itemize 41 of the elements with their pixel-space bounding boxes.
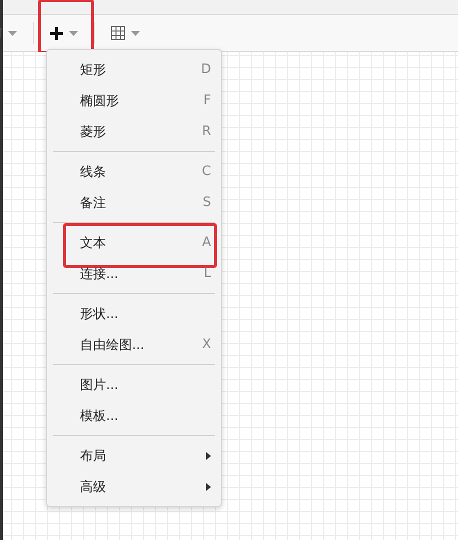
submenu-arrow-icon bbox=[206, 452, 211, 460]
menu-item[interactable]: 备注 S bbox=[47, 187, 221, 218]
menu-item[interactable]: 自由绘图... X bbox=[47, 329, 221, 360]
menu-label: 备注 bbox=[80, 194, 106, 212]
shortcut-key: D bbox=[200, 62, 211, 77]
menu-label: 形状... bbox=[80, 306, 118, 322]
menu-label: 布局 bbox=[80, 448, 106, 464]
menu-label: 自由绘图... bbox=[80, 336, 144, 354]
caret-icon bbox=[8, 30, 17, 36]
menu-item[interactable]: 模板... bbox=[47, 400, 221, 431]
shortcut-key: X bbox=[202, 337, 211, 352]
menu-item[interactable]: 矩形 D bbox=[47, 54, 221, 85]
caret-icon bbox=[69, 30, 78, 36]
menu-item[interactable]: 形状... bbox=[47, 298, 221, 329]
menu-item[interactable]: 菱形 R bbox=[47, 116, 221, 147]
shortcut-key: C bbox=[202, 164, 211, 179]
menu-label: 椭圆形 bbox=[80, 92, 119, 110]
menu-label: 线条 bbox=[80, 164, 106, 180]
menu-item[interactable]: 椭圆形 F bbox=[47, 85, 221, 116]
menu-item[interactable]: 布局 bbox=[47, 440, 221, 471]
menu-label: 图片... bbox=[80, 376, 118, 394]
menu-label: 连接... bbox=[80, 266, 118, 282]
menu-label: 高级 bbox=[80, 478, 106, 496]
menu-item[interactable]: 线条 C bbox=[47, 156, 221, 187]
caret-icon bbox=[131, 30, 140, 36]
submenu-arrow-icon bbox=[206, 482, 211, 490]
menu-item[interactable]: 高级 bbox=[47, 471, 221, 502]
menu-item[interactable]: 图片... bbox=[47, 369, 221, 400]
menu-label: 菱形 bbox=[80, 124, 106, 140]
table-icon bbox=[111, 26, 125, 40]
shortcut-key: L bbox=[204, 266, 211, 281]
shortcut-key: A bbox=[202, 235, 211, 250]
menu-label: 模板... bbox=[80, 408, 118, 424]
menu-item[interactable]: 连接... L bbox=[47, 258, 221, 289]
shortcut-key: F bbox=[204, 93, 211, 108]
shortcut-key: R bbox=[202, 124, 211, 139]
shortcut-key: S bbox=[202, 195, 211, 210]
menu-label: 文本 bbox=[80, 234, 106, 252]
plus-icon bbox=[50, 26, 63, 40]
menu-item[interactable]: 文本 A bbox=[47, 227, 221, 258]
menu-label: 矩形 bbox=[80, 62, 106, 78]
